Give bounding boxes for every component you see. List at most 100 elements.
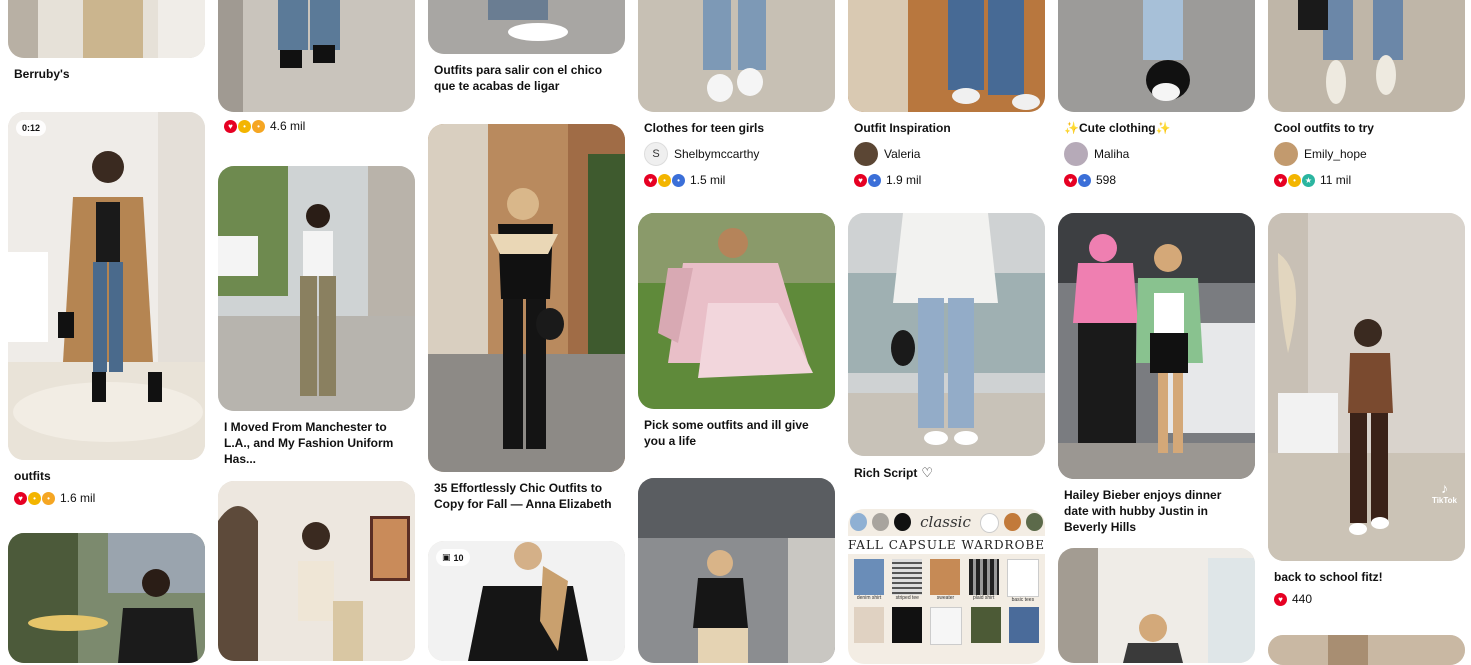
- pin-title[interactable]: Outfits para salir con el chico que te a…: [434, 62, 619, 94]
- photo-placeholder: [638, 478, 835, 663]
- pin-card[interactable]: ▣ 10: [428, 541, 625, 661]
- pin-card[interactable]: [638, 478, 835, 663]
- photo-placeholder: [1268, 0, 1465, 112]
- graphic-subtitle: FALL CAPSULE WARDROBE: [848, 536, 1045, 554]
- star-reaction-icon: ★: [1302, 173, 1315, 187]
- photo-placeholder: [848, 213, 1045, 456]
- pin-card[interactable]: Cool outfits to try Emily_hope ♥ • ★ 11 …: [1268, 0, 1465, 188]
- photo-placeholder: [218, 0, 415, 112]
- pin-image[interactable]: [638, 0, 835, 112]
- author-name[interactable]: Maliha: [1094, 147, 1129, 161]
- pin-image[interactable]: ♪ TikTok: [1268, 213, 1465, 561]
- blue-reaction-icon: •: [868, 173, 881, 187]
- pin-card[interactable]: [8, 533, 205, 663]
- heart-outline-icon: ♡: [921, 465, 934, 480]
- pin-card[interactable]: 0:12 outfits ♥ • • 1.6 mil: [8, 112, 205, 506]
- pin-title[interactable]: Berruby's: [14, 66, 199, 82]
- pin-card[interactable]: ♥ • • 4.6 mil: [218, 0, 415, 134]
- pin-image[interactable]: classic FALL CAPSULE WARDROBE denim shir…: [848, 509, 1045, 664]
- photo-placeholder: [218, 481, 415, 661]
- pin-card[interactable]: Outfit Inspiration Valeria ♥ • 1.9 mil: [848, 0, 1045, 188]
- pin-card[interactable]: ✨Cute clothing✨ Maliha ♥ • 598: [1058, 0, 1255, 188]
- pin-image[interactable]: [8, 0, 205, 58]
- pin-card[interactable]: [1058, 548, 1255, 663]
- pin-title[interactable]: I Moved From Manchester to L.A., and My …: [224, 419, 409, 467]
- author-name[interactable]: Shelbymccarthy: [674, 147, 759, 161]
- pin-card[interactable]: ♪ TikTok back to school fitz! ♥ 440: [1268, 213, 1465, 607]
- pin-image[interactable]: [218, 0, 415, 112]
- reaction-count: 1.5 mil: [690, 173, 726, 187]
- photo-placeholder: [428, 124, 625, 472]
- pin-image[interactable]: [638, 213, 835, 409]
- photo-placeholder: [8, 0, 205, 58]
- face-reaction-icon: •: [252, 119, 265, 133]
- pin-card[interactable]: I Moved From Manchester to L.A., and My …: [218, 166, 415, 467]
- heart-reaction-icon: ♥: [224, 119, 237, 133]
- pin-image[interactable]: [218, 481, 415, 661]
- wow-reaction-icon: •: [238, 119, 251, 133]
- avatar[interactable]: S: [644, 142, 668, 166]
- pin-image[interactable]: [428, 124, 625, 472]
- pin-image[interactable]: 0:12: [8, 112, 205, 460]
- pin-image[interactable]: [1058, 548, 1255, 663]
- avatar[interactable]: [1274, 142, 1298, 166]
- photo-placeholder: [638, 213, 835, 409]
- pin-image[interactable]: [218, 166, 415, 411]
- pin-title[interactable]: back to school fitz!: [1274, 569, 1459, 585]
- avatar[interactable]: [854, 142, 878, 166]
- reactions-row: ♥ • • 4.6 mil: [224, 118, 409, 134]
- avatar[interactable]: [1064, 142, 1088, 166]
- photo-placeholder: [1058, 213, 1255, 479]
- pin-title[interactable]: Pick some outfits and ill give you a lif…: [644, 417, 829, 449]
- pin-title[interactable]: Cool outfits to try: [1274, 120, 1459, 136]
- pin-card[interactable]: Pick some outfits and ill give you a lif…: [638, 213, 835, 449]
- pin-card[interactable]: Berruby's: [8, 0, 205, 82]
- pin-card[interactable]: [1268, 635, 1465, 665]
- pin-author[interactable]: Emily_hope: [1274, 142, 1459, 166]
- pin-title[interactable]: Clothes for teen girls: [644, 120, 829, 136]
- pin-author[interactable]: Valeria: [854, 142, 1039, 166]
- reactions-row: ♥ • • 1.5 mil: [644, 172, 829, 188]
- pin-title[interactable]: outfits: [14, 468, 199, 484]
- photo-placeholder: [428, 0, 625, 54]
- pin-title[interactable]: 35 Effortlessly Chic Outfits to Copy for…: [434, 480, 619, 512]
- pin-image[interactable]: [1058, 213, 1255, 479]
- pin-card[interactable]: classic FALL CAPSULE WARDROBE denim shir…: [848, 509, 1045, 664]
- blue-reaction-icon: •: [1078, 173, 1091, 187]
- pin-image[interactable]: [1268, 635, 1465, 665]
- wow-reaction-icon: •: [28, 491, 41, 505]
- carousel-icon: ▣: [442, 552, 451, 562]
- heart-reaction-icon: ♥: [1274, 592, 1287, 606]
- pin-title[interactable]: ✨Cute clothing✨: [1064, 120, 1249, 136]
- capsule-swatches: classic: [848, 509, 1045, 533]
- reaction-count: 4.6 mil: [270, 119, 306, 133]
- author-name[interactable]: Valeria: [884, 147, 920, 161]
- pin-image[interactable]: [8, 533, 205, 663]
- pin-image[interactable]: [1268, 0, 1465, 112]
- pin-card[interactable]: Rich Script ♡: [848, 213, 1045, 481]
- wow-reaction-icon: •: [658, 173, 671, 187]
- pin-card[interactable]: 35 Effortlessly Chic Outfits to Copy for…: [428, 124, 625, 512]
- heart-reaction-icon: ♥: [1064, 173, 1077, 187]
- reactions-row: ♥ • ★ 11 mil: [1274, 172, 1459, 188]
- photo-placeholder: [8, 533, 205, 663]
- pin-image[interactable]: [428, 0, 625, 54]
- pin-image[interactable]: [848, 213, 1045, 456]
- carousel-count-badge: ▣ 10: [436, 549, 470, 566]
- pin-image[interactable]: ▣ 10: [428, 541, 625, 661]
- photo-placeholder: [1058, 0, 1255, 112]
- pin-author[interactable]: Maliha: [1064, 142, 1249, 166]
- pin-image[interactable]: [1058, 0, 1255, 112]
- pin-card[interactable]: [218, 481, 415, 661]
- pin-card[interactable]: Hailey Bieber enjoys dinner date with hu…: [1058, 213, 1255, 535]
- pin-card[interactable]: Clothes for teen girls S Shelbymccarthy …: [638, 0, 835, 188]
- author-name[interactable]: Emily_hope: [1304, 147, 1367, 161]
- photo-placeholder: [1268, 635, 1465, 665]
- pin-image[interactable]: [638, 478, 835, 663]
- pin-author[interactable]: S Shelbymccarthy: [644, 142, 829, 166]
- pin-title[interactable]: Outfit Inspiration: [854, 120, 1039, 136]
- pin-card[interactable]: Outfits para salir con el chico que te a…: [428, 0, 625, 94]
- pin-image[interactable]: [848, 0, 1045, 112]
- pin-title[interactable]: Hailey Bieber enjoys dinner date with hu…: [1064, 487, 1249, 535]
- pin-title[interactable]: Rich Script ♡: [854, 465, 1039, 481]
